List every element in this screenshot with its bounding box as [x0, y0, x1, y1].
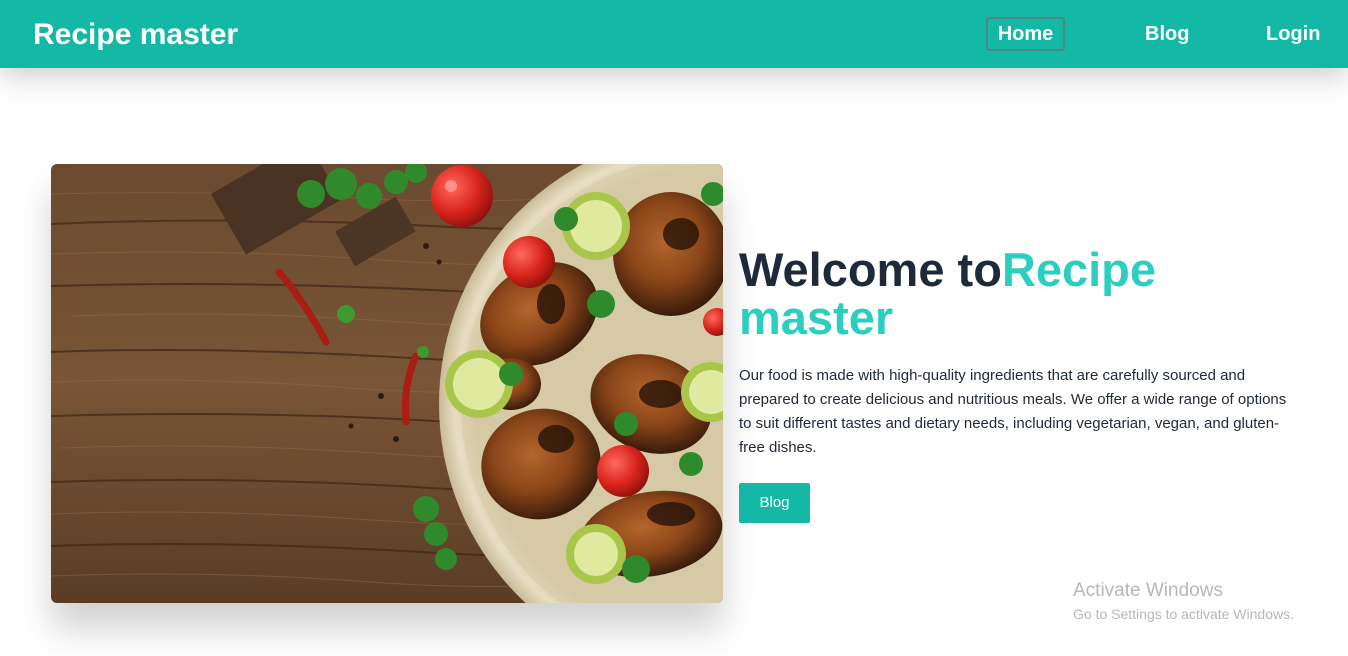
nav-blog-link[interactable]: Blog [1145, 17, 1189, 51]
brand-logo[interactable]: Recipe master [33, 17, 238, 53]
hero-title-prefix: Welcome to [739, 243, 1002, 296]
hero-description: Our food is made with high-quality ingre… [739, 367, 1287, 456]
nav-home-link[interactable]: Home [986, 17, 1065, 51]
hero-title: Welcome toRecipe master [739, 246, 1299, 342]
hero-food-image [51, 164, 723, 603]
hero-blog-button[interactable]: Blog [739, 483, 810, 523]
nav-login-link[interactable]: Login [1266, 17, 1320, 51]
windows-activation-subtitle: Go to Settings to activate Windows. [1073, 606, 1294, 622]
top-navbar: Recipe master Home Blog Login [0, 0, 1348, 68]
windows-activation-title: Activate Windows [1073, 580, 1223, 601]
